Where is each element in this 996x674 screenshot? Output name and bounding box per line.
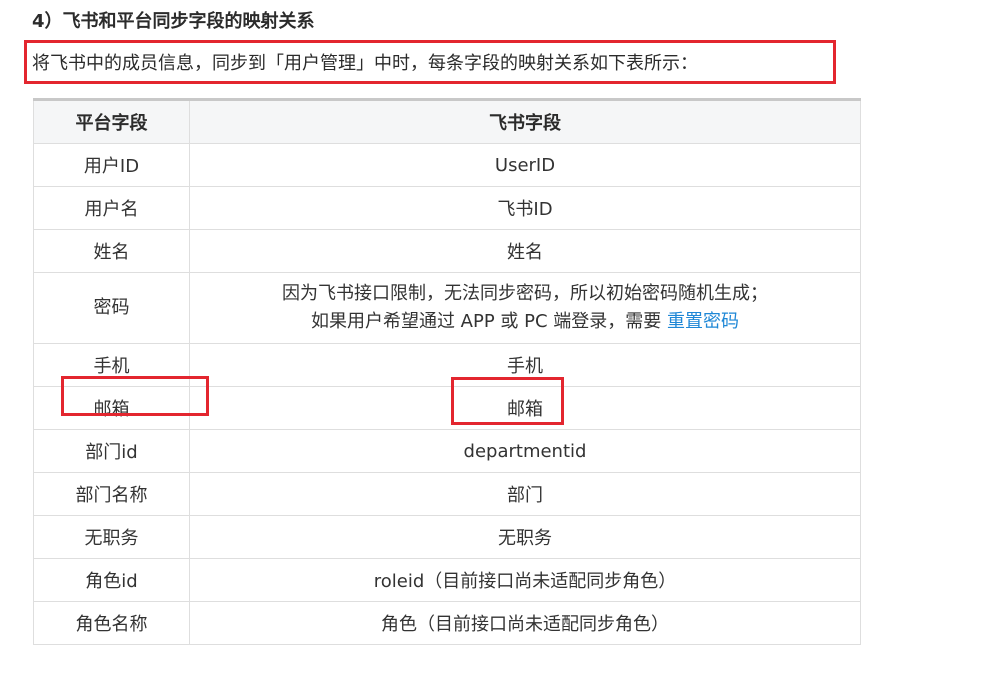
table-row: 用户名 飞书ID <box>33 186 861 230</box>
platform-field-cell: 角色id <box>33 558 190 602</box>
document-page: 4）飞书和平台同步字段的映射关系 将飞书中的成员信息，同步到「用户管理」中时，每… <box>0 0 996 674</box>
email-platform-highlight-box <box>61 376 209 416</box>
feishu-field-cell: 飞书ID <box>189 186 861 230</box>
platform-field-cell: 姓名 <box>33 229 190 273</box>
password-note-text: 如果用户希望通过 APP 或 PC 端登录，需要 <box>310 311 662 332</box>
email-feishu-highlight-box <box>451 377 564 425</box>
feishu-field-cell: 无职务 <box>189 515 861 559</box>
feishu-field-cell: 姓名 <box>189 229 861 273</box>
feishu-field-cell: roleid（目前接口尚未适配同步角色） <box>189 558 861 602</box>
table-row: 角色名称 角色（目前接口尚未适配同步角色） <box>33 601 861 645</box>
table-header-row: 平台字段 飞书字段 <box>33 98 861 144</box>
table-row: 密码 因为飞书接口限制，无法同步密码，所以初始密码随机生成； 如果用户希望通过 … <box>33 272 861 344</box>
platform-field-cell: 角色名称 <box>33 601 190 645</box>
platform-field-cell: 用户名 <box>33 186 190 230</box>
header-feishu-field: 飞书字段 <box>189 98 861 144</box>
table-row: 角色id roleid（目前接口尚未适配同步角色） <box>33 558 861 602</box>
feishu-field-cell: 角色（目前接口尚未适配同步角色） <box>189 601 861 645</box>
reset-password-link[interactable]: 重置密码 <box>667 311 739 332</box>
platform-field-cell: 部门id <box>33 429 190 473</box>
intro-paragraph: 将飞书中的成员信息，同步到「用户管理」中时，每条字段的映射关系如下表所示： <box>32 53 698 74</box>
table-row: 用户ID UserID <box>33 143 861 187</box>
header-platform-field: 平台字段 <box>33 98 190 144</box>
table-row: 无职务 无职务 <box>33 515 861 559</box>
section-heading: 4）飞书和平台同步字段的映射关系 <box>32 11 315 32</box>
feishu-field-cell: 因为飞书接口限制，无法同步密码，所以初始密码随机生成； 如果用户希望通过 APP… <box>189 272 861 344</box>
table-row: 部门id departmentid <box>33 429 861 473</box>
platform-field-cell: 用户ID <box>33 143 190 187</box>
platform-field-cell: 无职务 <box>33 515 190 559</box>
password-note-line1: 因为飞书接口限制，无法同步密码，所以初始密码随机生成； <box>282 283 768 304</box>
table-row: 姓名 姓名 <box>33 229 861 273</box>
field-mapping-table: 平台字段 飞书字段 用户ID UserID 用户名 飞书ID 姓名 姓名 密码 … <box>33 98 861 645</box>
feishu-field-cell: departmentid <box>189 429 861 473</box>
password-note-line2: 如果用户希望通过 APP 或 PC 端登录，需要 重置密码 <box>198 308 852 336</box>
table-row: 部门名称 部门 <box>33 472 861 516</box>
feishu-field-cell: UserID <box>189 143 861 187</box>
platform-field-cell: 密码 <box>33 272 190 344</box>
feishu-field-cell: 部门 <box>189 472 861 516</box>
platform-field-cell: 部门名称 <box>33 472 190 516</box>
